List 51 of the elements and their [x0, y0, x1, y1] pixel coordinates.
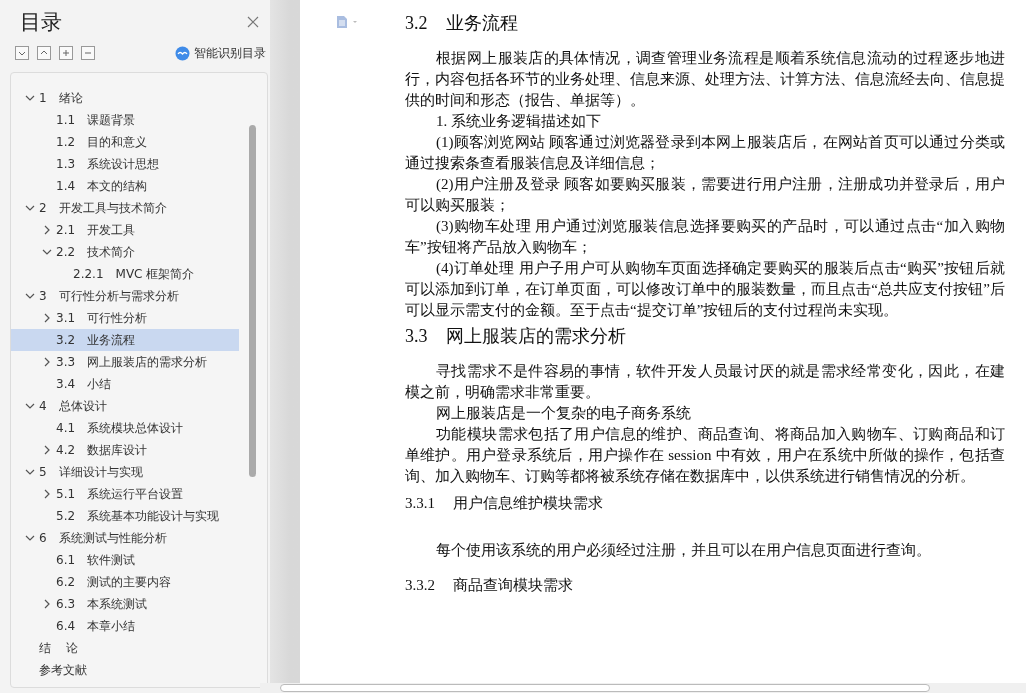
toc-item[interactable]: 5 详细设计与实现 [11, 461, 239, 483]
toc-item[interactable]: 1 绪论 [11, 87, 239, 109]
toc-item[interactable]: 1.4 本文的结构 [11, 175, 239, 197]
toc-item[interactable]: 3.2 业务流程 [11, 329, 239, 351]
paragraph: 1. 系统业务逻辑描述如下 [435, 112, 602, 131]
paragraph: (1)顾客浏览网站 顾客通过浏览器登录到本网上服装店后，在网站首页可以通过分类或通过搜索条查看服装信息及详细信息； [405, 133, 1005, 173]
toc-item[interactable]: 2.1 开发工具 [11, 219, 239, 241]
subsection-heading: 3.3.2 商品查询模块需求 [405, 576, 574, 595]
toc-item[interactable]: 1.2 目的和意义 [11, 131, 239, 153]
toc-item[interactable]: 2.2 技术简介 [11, 241, 239, 263]
minus-icon[interactable] [81, 46, 95, 60]
toc-item[interactable]: 4.2 数据库设计 [11, 439, 239, 461]
expand-all-icon[interactable] [15, 46, 29, 60]
scrollbar-thumb[interactable] [249, 125, 256, 477]
section-heading: 3.2 业务流程 [405, 12, 519, 35]
toc-item[interactable]: 3.3 网上服装店的需求分析 [11, 351, 239, 373]
toc-item[interactable]: 2 开发工具与技术简介 [11, 197, 239, 219]
smart-icon [175, 45, 190, 61]
toc-item[interactable]: 参考文献 [11, 659, 239, 681]
close-icon[interactable] [246, 15, 260, 29]
toc-item[interactable]: 6.2 测试的主要内容 [11, 571, 239, 593]
paragraph: (2)用户注册及登录 顾客如要购买服装，需要进行用户注册，注册成功并登录后，用户可以购买服装； [405, 175, 1005, 215]
subsection-heading: 3.3.1 用户信息维护模块需求 [405, 494, 604, 513]
paragraph: (4)订单处理 用户子用户可从购物车页面选择确定要购买的服装后点击“购买”按钮后就可以添加到订单，在订单页面，可以修改订单中的服装数量，而且点击“总共应支付按钮”后可以显示需支付的金额。至于点击“提交订单”按钮后的支付过程尚未实现。 [405, 259, 1005, 320]
toc-item[interactable]: 6.1 软件测试 [11, 549, 239, 571]
toc-item[interactable]: 3 可行性分析与需求分析 [11, 285, 239, 307]
paragraph: (3)购物车处理 用户通过浏览服装信息选择要购买的产品时，可以通过点击“加入购物车”按钮将产品放入购物车； [405, 217, 1005, 257]
paragraph: 每个使用该系统的用户必须经过注册，并且可以在用户信息页面进行查询。 [435, 541, 932, 560]
smart-toc-button[interactable]: 智能识别目录 [175, 44, 266, 62]
panel-title: 目录 [20, 9, 62, 36]
toc-item[interactable]: 5.1 系统运行平台设置 [11, 483, 239, 505]
horizontal-scrollbar-thumb[interactable] [280, 684, 930, 692]
toc-item[interactable]: 6.4 本章小结 [11, 615, 239, 637]
paragraph: 功能模块需求包括了用户信息的维护、商品查询、将商品加入购物车、订购商品和订单维护。用户登录系统后，用户操作在 session 中有效，用户在系统中所做的操作，包括查询、加入购物车、订购等都将被系统存储在数据库中，以供系统进行销售情况的分析。 [405, 425, 1005, 486]
paragraph: 寻找需求不是件容易的事情，软件开发人员最讨厌的就是需求经常变化，因此，在建模之前，明确需求非常重要。 [405, 362, 1005, 402]
paragraph: 网上服装店是一个复杂的电子商务系统 [435, 404, 692, 423]
toc-item[interactable]: 4 总体设计 [11, 395, 239, 417]
collapse-all-icon[interactable] [37, 46, 51, 60]
toc-item[interactable]: 4.1 系统模块总体设计 [11, 417, 239, 439]
toc-item[interactable]: 2.2.1 MVC 框架简介 [11, 263, 239, 285]
toc-item[interactable]: 1.1 课题背景 [11, 109, 239, 131]
toc-item[interactable]: 6 系统测试与性能分析 [11, 527, 239, 549]
section-heading: 3.3 网上服装店的需求分析 [405, 325, 627, 348]
toc-item[interactable]: 1.3 系统设计思想 [11, 153, 239, 175]
toc-item[interactable]: 6.3 本系统测试 [11, 593, 239, 615]
paragraph: 根据网上服装店的具体情况，调查管理业务流程是顺着系统信息流动的过程逐步地进行，内容包括各环节的业务处理、信息来源、处理方法、计算方法、信息流经去向、信息提供的时间和形态（报告、单据等）。 [405, 49, 1005, 110]
toc-item[interactable]: 结 论 [11, 637, 239, 659]
toc-item[interactable]: 3.1 可行性分析 [11, 307, 239, 329]
toc-item[interactable]: 3.4 小结 [11, 373, 239, 395]
toc-item[interactable]: 5.2 系统基本功能设计与实现 [11, 505, 239, 527]
plus-icon[interactable] [59, 46, 73, 60]
